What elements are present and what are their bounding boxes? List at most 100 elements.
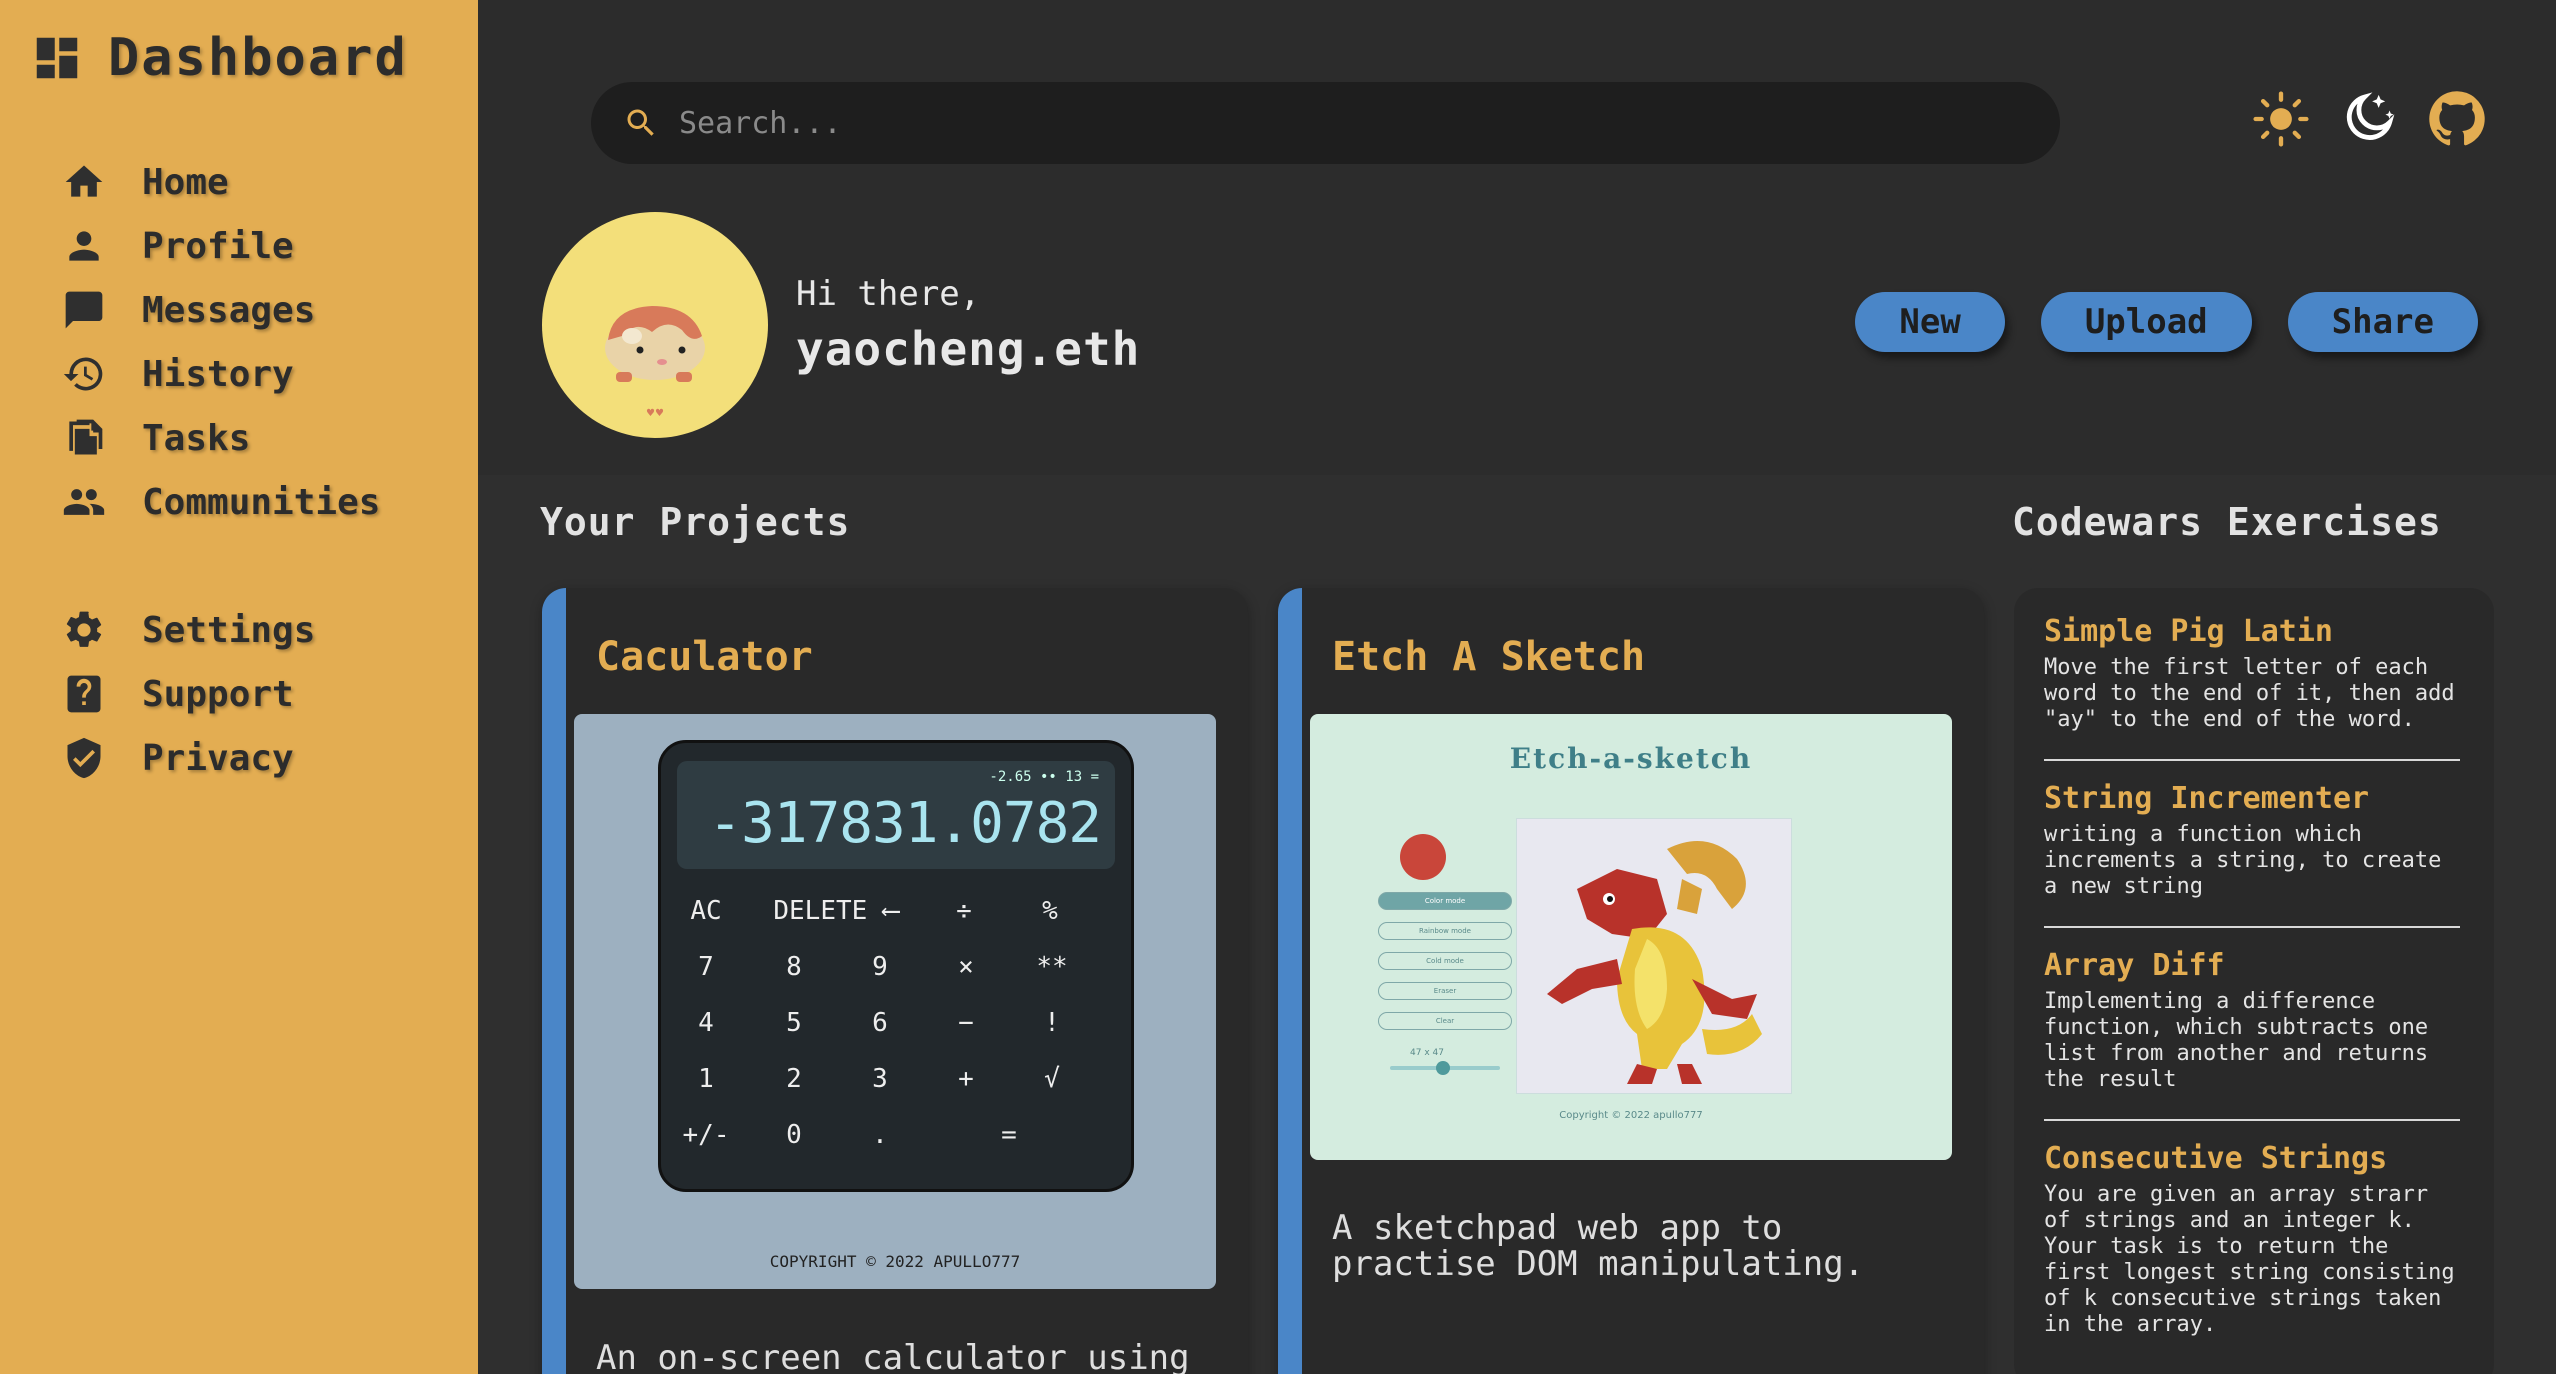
calculator-preview-bg: -2.65 •• 13 = -317831.0782 AC DELETE ⟵ ÷… — [574, 714, 1216, 1289]
hamster-avatar-icon: ♥♥ — [605, 306, 705, 419]
sidebar-item-settings[interactable]: Settings — [62, 598, 462, 662]
codewars-list: Simple Pig Latin Move the first letter o… — [2044, 614, 2460, 1374]
avatar[interactable]: ♥♥ — [542, 212, 768, 438]
calc-key: = — [1001, 1120, 1017, 1150]
card-description: An on-screen calculator using — [596, 1338, 1190, 1374]
svg-text:♥♥: ♥♥ — [646, 408, 664, 419]
etch-option: Clear — [1378, 1012, 1512, 1030]
etch-option: Eraser — [1378, 982, 1512, 1000]
codewars-item-desc: Move the first letter of each word to th… — [2044, 655, 2455, 732]
share-button[interactable]: Share — [2287, 292, 2478, 352]
username: yaocheng.eth — [796, 322, 1141, 376]
sidebar-item-tasks[interactable]: Tasks — [62, 406, 462, 470]
help-icon — [67, 675, 101, 713]
greeting: Hi there, — [796, 274, 981, 314]
sidebar-item-label: History — [142, 353, 294, 395]
message-icon — [65, 291, 103, 329]
color-picker-dot — [1400, 834, 1446, 880]
calc-key: % — [1042, 896, 1058, 926]
calc-key: 9 — [872, 952, 888, 982]
sidebar-nav: Home Profile Messages History Tasks Comm… — [62, 150, 462, 790]
calc-key: 3 — [872, 1064, 888, 1094]
codewars-item-title: Simple Pig Latin — [2044, 614, 2333, 649]
calculator-copyright: COPYRIGHT © 2022 APULLO777 — [769, 1252, 1021, 1271]
moon-stars-icon[interactable] — [2340, 90, 2398, 148]
project-card-calculator[interactable]: Caculator -2.65 •• 13 = -317831.0782 AC … — [542, 588, 1248, 1374]
people-icon — [63, 489, 105, 515]
sidebar-item-support[interactable]: Support — [62, 662, 462, 726]
calc-key: 7 — [698, 952, 714, 982]
calc-key: 4 — [698, 1008, 714, 1038]
calc-key: √ — [1044, 1064, 1060, 1094]
calculator-small-readout: -2.65 •• 13 = — [989, 769, 1099, 785]
sidebar-item-label: Communities — [142, 481, 381, 523]
sidebar-item-label: Tasks — [142, 417, 251, 459]
codewars-item[interactable]: Consecutive Strings You are given an arr… — [2044, 1141, 2460, 1364]
search-bar[interactable] — [591, 82, 2060, 164]
action-buttons: New Upload Share — [1855, 292, 2478, 352]
calculator-keypad: AC DELETE ⟵ ÷ % 7 8 9 × ** 4 5 6 − ! 1 2… — [661, 883, 1137, 1163]
etch-grid-size: 47 x 47 — [1410, 1048, 1444, 1058]
calc-key: 6 — [872, 1008, 888, 1038]
codewars-item[interactable]: String Incrementer writing a function wh… — [2044, 781, 2460, 928]
etch-preview-bg: Etch-a-sketch Color mode Rainbow mode Co… — [1310, 714, 1952, 1160]
key-row: 4 5 6 − ! — [661, 995, 1137, 1051]
tasks-icon — [69, 419, 103, 455]
sidebar-item-label: Messages — [142, 289, 316, 331]
codewars-heading: Codewars Exercises — [2012, 500, 2442, 544]
key-row: AC DELETE ⟵ ÷ % — [661, 883, 1137, 939]
history-icon — [63, 357, 103, 391]
sidebar-item-label: Home — [142, 161, 229, 203]
key-row: +/- 0 . = — [661, 1107, 1137, 1163]
upload-button[interactable]: Upload — [2040, 292, 2252, 352]
codewars-item-title: Array Diff — [2044, 948, 2225, 983]
calc-key: 8 — [786, 952, 802, 982]
calculator-preview-image[interactable]: -2.65 •• 13 = -317831.0782 AC DELETE ⟵ ÷… — [574, 714, 1216, 1289]
sidebar-item-communities[interactable]: Communities — [62, 470, 462, 534]
brand-title: Dashboard — [108, 28, 408, 88]
etch-option: Color mode — [1378, 892, 1512, 910]
calc-key: 5 — [786, 1008, 802, 1038]
etch-size-slider — [1390, 1061, 1500, 1075]
sidebar-item-history[interactable]: History — [62, 342, 462, 406]
sun-icon[interactable] — [2252, 90, 2310, 148]
card-description: A sketchpad web app to practise DOM mani… — [1332, 1208, 1865, 1284]
calc-key: ÷ — [956, 896, 972, 926]
person-icon — [69, 231, 99, 261]
etch-copyright: Copyright © 2022 apullo777 — [1559, 1110, 1703, 1121]
sidebar-item-profile[interactable]: Profile — [62, 214, 462, 278]
key-row: 1 2 3 + √ — [661, 1051, 1137, 1107]
card-title: Caculator — [596, 634, 813, 680]
shield-icon — [67, 737, 101, 779]
project-card-etch-a-sketch[interactable]: Etch A Sketch Etch-a-sketch Color mode R… — [1278, 588, 1984, 1374]
new-button[interactable]: New — [1855, 292, 2005, 352]
github-icon[interactable] — [2428, 90, 2486, 148]
search-input[interactable] — [679, 105, 1979, 141]
codewars-item[interactable]: Array Diff Implementing a difference fun… — [2044, 948, 2460, 1121]
codewars-item-desc: writing a function which increments a st… — [2044, 822, 2442, 899]
sidebar-item-messages[interactable]: Messages — [62, 278, 462, 342]
codewars-item[interactable]: Simple Pig Latin Move the first letter o… — [2044, 614, 2460, 761]
etch-preview-image[interactable]: Etch-a-sketch Color mode Rainbow mode Co… — [1310, 714, 1952, 1160]
sidebar: Dashboard Home Profile Messages History … — [0, 0, 478, 1374]
calc-key: ** — [1036, 952, 1068, 982]
sidebar-item-label: Settings — [142, 609, 316, 651]
calculator-big-readout: -317831.0782 — [708, 791, 1102, 856]
sidebar-item-home[interactable]: Home — [62, 150, 462, 214]
etch-option: Rainbow mode — [1378, 922, 1512, 940]
calculator-screen: -2.65 •• 13 = -317831.0782 — [677, 761, 1115, 869]
sidebar-item-label: Profile — [142, 225, 294, 267]
calc-key: − — [958, 1008, 974, 1038]
codewars-item-desc: Implementing a difference function, whic… — [2044, 989, 2429, 1092]
sidebar-item-privacy[interactable]: Privacy — [62, 726, 462, 790]
header: ♥♥ Hi there, yaocheng.eth New Upload Sha… — [478, 0, 2556, 475]
etch-preview-title: Etch-a-sketch — [1509, 742, 1753, 775]
projects-heading: Your Projects — [540, 500, 851, 544]
calc-key: 2 — [786, 1064, 802, 1094]
dashboard-icon — [36, 37, 78, 79]
codewars-panel: Simple Pig Latin Move the first letter o… — [2014, 588, 2494, 1374]
brand[interactable]: Dashboard — [30, 28, 408, 88]
calculator-device: -2.65 •• 13 = -317831.0782 AC DELETE ⟵ ÷… — [658, 740, 1134, 1192]
sidebar-item-label: Support — [142, 673, 294, 715]
